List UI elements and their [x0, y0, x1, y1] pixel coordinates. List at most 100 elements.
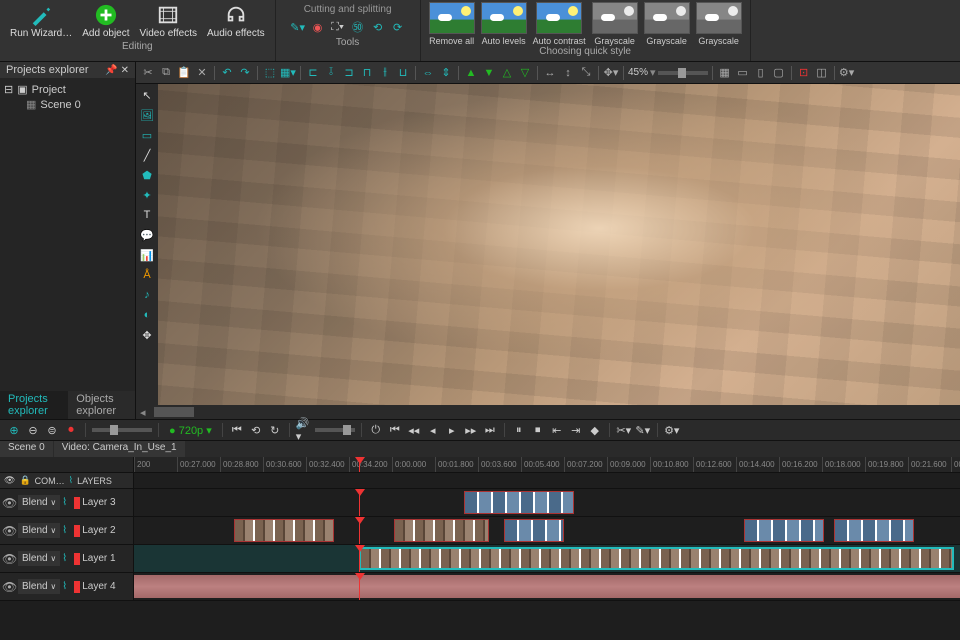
- backward-icon[interactable]: ▽: [517, 65, 533, 81]
- layout3-icon[interactable]: ▢: [771, 65, 787, 81]
- move-tool-icon[interactable]: ✥: [138, 326, 156, 344]
- rotate-50-icon[interactable]: ㊿: [350, 19, 366, 35]
- align-top-icon[interactable]: ⊓: [359, 65, 375, 81]
- align-bottom-icon[interactable]: ⊔: [395, 65, 411, 81]
- loop-icon[interactable]: ⟲: [248, 422, 264, 438]
- bring-front-icon[interactable]: ▲: [463, 65, 479, 81]
- track-layer-1[interactable]: 👁Blend ∨⌇Layer 1: [0, 545, 960, 573]
- step-back-icon[interactable]: ◂: [425, 422, 441, 438]
- remove-layer-icon[interactable]: ⊖: [25, 422, 41, 438]
- add-layer-icon[interactable]: ⊕: [6, 422, 22, 438]
- forward-icon[interactable]: △: [499, 65, 515, 81]
- line-tool-icon[interactable]: ╱: [138, 146, 156, 164]
- pointer-icon[interactable]: ↖: [138, 86, 156, 104]
- dist-v-icon[interactable]: ⇕: [438, 65, 454, 81]
- pin-icon[interactable]: 📌 ✕: [105, 65, 129, 76]
- rotate-cw-icon[interactable]: ⟳: [390, 19, 406, 35]
- tab-objects-explorer[interactable]: Objects explorer: [68, 391, 135, 419]
- timeline-clip[interactable]: [359, 547, 954, 570]
- align-right-icon[interactable]: ⊐: [341, 65, 357, 81]
- copy-icon[interactable]: ⧉: [158, 65, 174, 81]
- blend-mode-select[interactable]: Blend ∨: [18, 551, 60, 566]
- quick-style-grayscale[interactable]: Grayscale: [642, 2, 692, 46]
- eye-icon[interactable]: 👁: [4, 475, 15, 486]
- power-icon[interactable]: ⏻: [368, 422, 384, 438]
- cut-tl-icon[interactable]: ✂▾: [616, 422, 632, 438]
- tl-gear-icon[interactable]: ⚙▾: [664, 422, 680, 438]
- visibility-toggle[interactable]: 👁: [2, 552, 16, 566]
- timeline-clip[interactable]: [464, 491, 574, 514]
- track-layer-2[interactable]: 👁Blend ∨⌇Layer 2: [0, 517, 960, 545]
- tooltip-tool-icon[interactable]: 💬: [138, 226, 156, 244]
- tree-scene[interactable]: ▦ Scene 0: [4, 97, 131, 112]
- align-left-icon[interactable]: ⊏: [305, 65, 321, 81]
- quick-style-auto-levels[interactable]: Auto levels: [479, 2, 529, 46]
- mask-tool-icon[interactable]: ◐: [138, 306, 156, 324]
- run-wizard-button[interactable]: Run Wizard…: [6, 2, 76, 41]
- marker-icon[interactable]: ◆: [587, 422, 603, 438]
- gear-icon[interactable]: ⚙▾: [839, 65, 855, 81]
- audio-effects-button[interactable]: Audio effects: [203, 2, 269, 41]
- blend-mode-select[interactable]: Blend ∨: [18, 523, 60, 538]
- safe-zone-icon[interactable]: ⊡: [796, 65, 812, 81]
- quick-style-auto-contrast[interactable]: Auto contrast: [531, 2, 588, 46]
- height-icon[interactable]: ↕: [560, 65, 576, 81]
- track-layer-3[interactable]: 👁Blend ∨⌇Layer 3: [0, 489, 960, 517]
- visibility-toggle[interactable]: 👁: [2, 580, 16, 594]
- select-icon[interactable]: ⬚: [262, 65, 278, 81]
- marker-out-icon[interactable]: ⇥: [568, 422, 584, 438]
- timeline-ruler[interactable]: 20000:27.00000:28.80000:30.60000:32.4000…: [0, 457, 960, 473]
- blend-mode-select[interactable]: Blend ∨: [18, 579, 60, 594]
- width-icon[interactable]: ↔: [542, 65, 558, 81]
- counter-tool-icon[interactable]: Å: [138, 266, 156, 284]
- timeline-tab-video[interactable]: Video: Camera_In_Use_1: [54, 441, 185, 457]
- text-tool-icon[interactable]: T: [138, 206, 156, 224]
- chart-tool-icon[interactable]: 📊: [138, 246, 156, 264]
- resolution-label[interactable]: ● 720p ▾: [165, 424, 216, 437]
- shape-tool-icon[interactable]: ⬟: [138, 166, 156, 184]
- visibility-toggle[interactable]: 👁: [2, 496, 16, 510]
- zoom-value[interactable]: 45%: [628, 67, 648, 78]
- record-icon[interactable]: ⏺: [63, 422, 79, 438]
- cut-icon[interactable]: ✂: [140, 65, 156, 81]
- size-icon[interactable]: ⤡: [578, 65, 594, 81]
- play-icon[interactable]: ▸: [444, 422, 460, 438]
- layout2-icon[interactable]: ▯: [753, 65, 769, 81]
- quick-style-grayscale[interactable]: Grayscale: [590, 2, 640, 46]
- replay-icon[interactable]: ↻: [267, 422, 283, 438]
- preview-canvas[interactable]: [158, 84, 960, 405]
- prev-frame-icon[interactable]: ◂◂: [406, 422, 422, 438]
- step-fwd-icon[interactable]: ▸▸: [463, 422, 479, 438]
- align-middle-icon[interactable]: ⫲: [377, 65, 393, 81]
- pause-icon[interactable]: ⏸: [511, 422, 527, 438]
- audio-tool-icon[interactable]: ♪: [138, 286, 156, 304]
- timeline-zoom-slider[interactable]: [92, 428, 152, 432]
- undo-icon[interactable]: ↶: [219, 65, 235, 81]
- layout1-icon[interactable]: ▭: [735, 65, 751, 81]
- volume-icon[interactable]: 🔊▾: [296, 422, 312, 438]
- delete-icon[interactable]: ✕: [194, 65, 210, 81]
- timeline-clip[interactable]: [394, 519, 489, 542]
- video-effects-button[interactable]: Video effects: [136, 2, 201, 41]
- stop-icon[interactable]: ⏹: [530, 422, 546, 438]
- timeline-tab-scene[interactable]: Scene 0: [0, 441, 53, 457]
- crop-icon[interactable]: ⛶▾: [330, 19, 346, 35]
- audio-waveform[interactable]: [134, 575, 960, 598]
- tree-project[interactable]: ⊟ ▣ Project: [4, 82, 131, 97]
- redo-icon[interactable]: ↷: [237, 65, 253, 81]
- track-layer-4[interactable]: 👁Blend ∨⌇Layer 4: [0, 573, 960, 601]
- group-icon[interactable]: ▦▾: [280, 65, 296, 81]
- target-icon[interactable]: ◉: [310, 19, 326, 35]
- align-center-h-icon[interactable]: ⫱: [323, 65, 339, 81]
- dist-h-icon[interactable]: ⇔: [420, 65, 436, 81]
- grid-icon[interactable]: ▦: [717, 65, 733, 81]
- marker-in-icon[interactable]: ⇤: [549, 422, 565, 438]
- visibility-toggle[interactable]: 👁: [2, 524, 16, 538]
- timeline-clip[interactable]: [504, 519, 564, 542]
- paste-icon[interactable]: 📋: [176, 65, 192, 81]
- skip-end-icon[interactable]: ⏭: [482, 422, 498, 438]
- send-back-icon[interactable]: ▼: [481, 65, 497, 81]
- add-object-button[interactable]: Add object: [78, 2, 133, 41]
- timeline-clip[interactable]: [744, 519, 824, 542]
- goto-start-icon[interactable]: ⏮: [229, 422, 245, 438]
